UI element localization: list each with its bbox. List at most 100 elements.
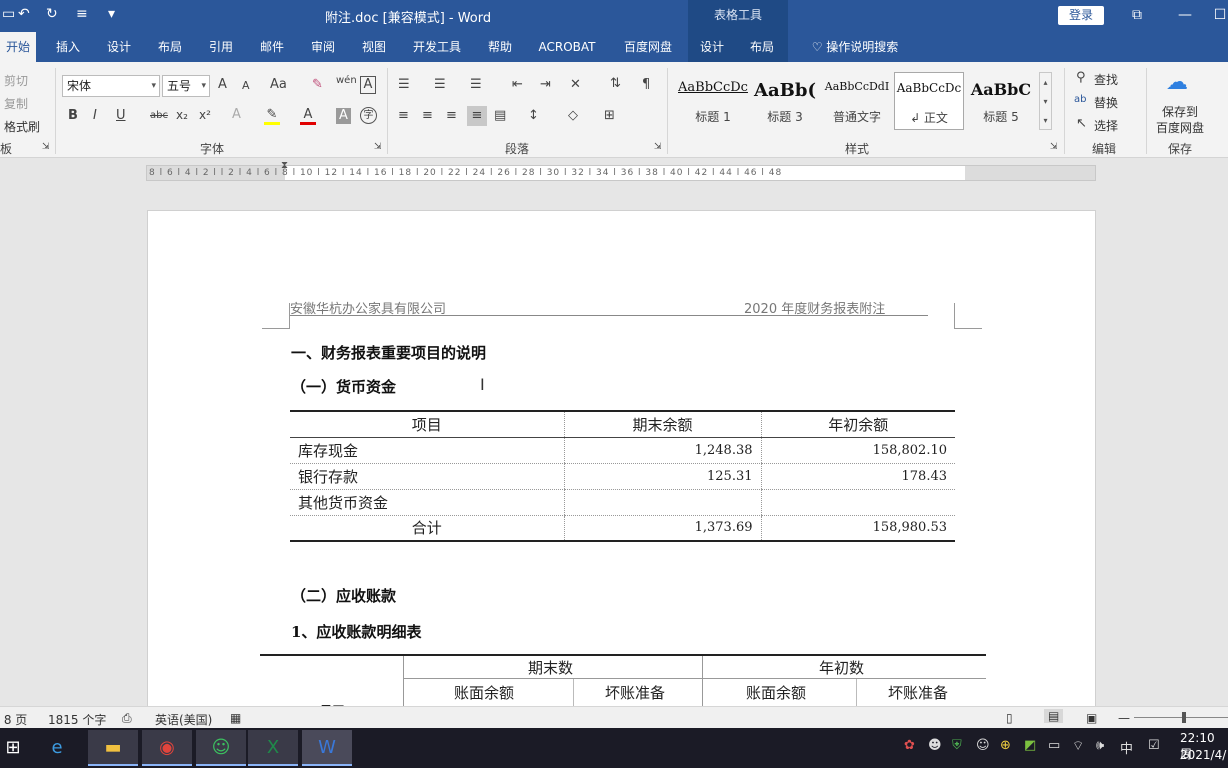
macro-icon[interactable]: ▦ [230,711,241,725]
find-button[interactable]: 查找 [1094,71,1118,88]
style-heading-5[interactable]: AaBbC 标题 5 [966,72,1036,130]
style-normal[interactable]: AaBbCcDc ↲ 正文 [894,72,964,130]
distributed-icon[interactable]: ▤ [494,108,506,123]
styles-scroll[interactable]: ▴ ▾ ▾ [1039,72,1052,130]
cut-button[interactable]: 剪切 [4,72,28,89]
tab-table-design[interactable]: 设计 [694,32,730,62]
borders-icon[interactable]: ⊞ [604,108,615,123]
quick-access-dropdown-icon[interactable]: ▾ [108,6,115,22]
ar-header-year-start[interactable]: 年初数 [819,657,864,678]
table-cell[interactable]: 125.31 [563,463,761,490]
tab-view[interactable]: 视图 [356,32,392,62]
login-button[interactable]: 登录 [1058,6,1104,25]
table-cell[interactable]: 银行存款 [290,463,564,490]
phonetic-guide-icon[interactable]: wén [336,75,357,86]
file-explorer-icon[interactable]: ▬ [88,730,138,766]
style-plain-text[interactable]: AaBbCcDdI 普通文字 [822,72,892,130]
font-name-select[interactable]: 宋体 ▾ [62,75,160,97]
shading-icon[interactable]: ◇ [568,108,578,123]
volume-icon[interactable]: 🕪 [1096,738,1104,753]
tab-acrobat[interactable]: ACROBAT [534,32,600,62]
ar-subheader-cell[interactable]: 坏账准备 [888,682,948,703]
bullets-icon[interactable]: ☰ [398,77,410,92]
grow-font-icon[interactable]: A [218,77,227,92]
clipboard-launcher-icon[interactable]: ⇲ [42,142,50,152]
tray-security-icon[interactable]: ⛨ [952,738,962,753]
table-cell[interactable]: 合计 [290,515,564,541]
line-spacing-icon[interactable]: ↕ [528,108,539,123]
minimize-icon[interactable]: — [1170,4,1200,26]
text-effects-icon[interactable]: A [232,107,241,122]
horizontal-ruler[interactable]: 8 l 6 l 4 l 2 l l 2 l 4 l 6 l 8 l 10 l 1… [146,160,1096,181]
tab-layout[interactable]: 布局 [152,32,188,62]
styles-launcher-icon[interactable]: ⇲ [1050,142,1058,152]
tab-design[interactable]: 设计 [101,32,137,62]
style-heading-3[interactable]: AaBb( 标题 3 [750,72,820,130]
tab-home[interactable]: 开始 [0,32,36,62]
table-cell[interactable]: 158,980.53 [760,515,955,541]
table-cell[interactable]: 178.43 [760,463,955,490]
tray-wechat-icon[interactable]: ☺ [976,738,990,753]
style-heading-1[interactable]: AaBbCcDc 标题 1 [678,72,748,130]
format-painter-button[interactable]: 格式刷 [4,118,40,135]
excel-icon[interactable]: X [248,730,298,766]
font-size-select[interactable]: 五号 ▾ [162,75,210,97]
tray-qq-icon[interactable]: ☻ [928,738,942,753]
indent-marker-icon[interactable]: ⧗ [281,160,288,171]
chevron-down-icon[interactable]: ▾ [1040,92,1051,111]
autosave-icon[interactable]: ▭ [2,6,15,22]
clear-formatting-icon[interactable]: ✎ [312,77,323,92]
sort-icon[interactable]: ⇅ [610,76,621,91]
asian-layout-icon[interactable]: ✕ [570,77,581,92]
align-left-icon[interactable]: ≡ [398,108,409,123]
chrome-icon[interactable]: ◉ [142,730,192,766]
ar-subheader-cell[interactable]: 账面余额 [746,682,806,703]
paragraph-launcher-icon[interactable]: ⇲ [654,142,662,152]
input-method-indicator[interactable]: 中 [1120,738,1133,757]
redo-icon[interactable]: ↻ [46,6,58,22]
decrease-indent-icon[interactable]: ⇤ [512,77,523,92]
align-right-icon[interactable]: ≡ [446,108,457,123]
tab-help[interactable]: 帮助 [482,32,518,62]
chevron-up-icon[interactable]: ▴ [1040,73,1051,92]
tell-me-search[interactable]: ♡ 操作说明搜索 [800,32,910,62]
styles-more-icon[interactable]: ▾ [1040,111,1051,130]
internet-explorer-icon[interactable]: e [32,730,82,766]
ar-header-period-end[interactable]: 期末数 [528,657,573,678]
character-border-icon[interactable]: A [360,76,376,94]
strikethrough-button[interactable]: abc [150,110,168,121]
table-cell[interactable] [563,489,761,516]
table-cell[interactable]: 其他货币资金 [290,489,564,516]
justify-icon[interactable]: ≡ [467,106,487,126]
highlight-color-icon[interactable]: ✎ [264,107,280,125]
show-marks-icon[interactable]: ¶ [642,77,650,92]
tray-plus-icon[interactable]: ⊕ [1000,738,1011,753]
font-launcher-icon[interactable]: ⇲ [374,142,382,152]
undo-icon[interactable]: ↶ [18,6,30,22]
tab-insert[interactable]: 插入 [50,32,86,62]
tab-mailings[interactable]: 邮件 [254,32,290,62]
table-cell[interactable]: 158,802.10 [760,437,955,464]
tab-developer[interactable]: 开发工具 [408,32,466,62]
tab-review[interactable]: 审阅 [305,32,341,62]
tab-baidu-netdisk[interactable]: 百度网盘 [618,32,678,62]
multilevel-list-icon[interactable]: ☰ [470,77,482,92]
tab-table-layout[interactable]: 布局 [744,32,780,62]
document-page[interactable]: 安徽华杭办公家具有限公司 2020 年度财务报表附注 一、财务报表重要项目的说明… [147,210,1096,710]
language-indicator[interactable]: 英语(美国) [155,711,212,728]
zoom-slider-thumb[interactable] [1182,712,1186,723]
print-layout-icon[interactable]: ▤ [1044,709,1064,723]
copy-button[interactable]: 复制 [4,95,28,112]
underline-button[interactable]: U [116,108,126,123]
bold-button[interactable]: B [68,108,78,123]
increase-indent-icon[interactable]: ⇥ [540,77,551,92]
zoom-out-icon[interactable]: — [1118,711,1130,725]
wechat-icon[interactable]: ☺ [196,730,246,766]
character-shading-icon[interactable]: A [336,108,351,124]
save-to-label-line2[interactable]: 百度网盘 [1156,119,1204,136]
superscript-button[interactable]: x² [199,108,211,122]
ribbon-display-options-icon[interactable]: ⧉ [1122,4,1152,26]
font-color-icon[interactable]: A [300,107,316,125]
tray-network-adapter-icon[interactable]: ▭ [1048,738,1060,753]
word-count[interactable]: 1815 个字 [48,711,106,728]
